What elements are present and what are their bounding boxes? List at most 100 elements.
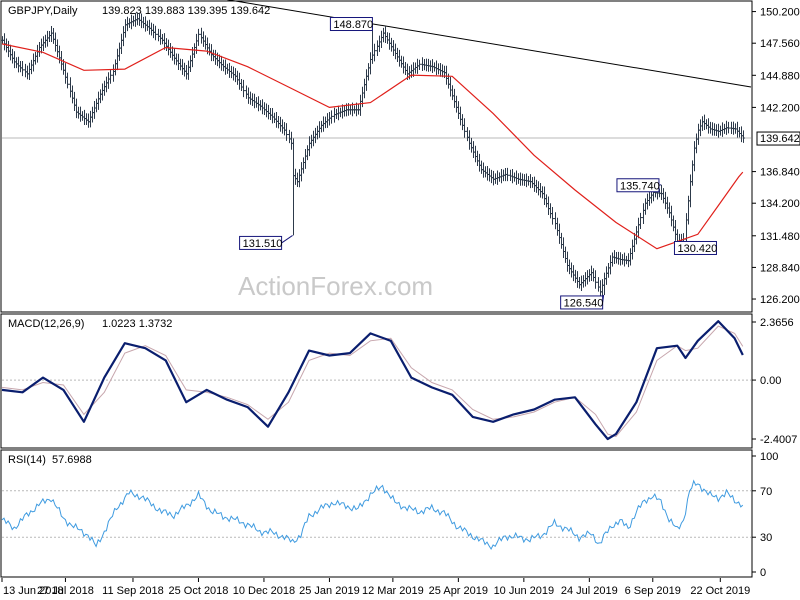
price-bar — [400, 55, 403, 68]
rsi-panel-title: RSI(14) — [8, 454, 46, 466]
price-bar — [584, 272, 587, 287]
price-bar — [560, 232, 563, 249]
price-annotation: 135.740 — [616, 178, 662, 193]
price-bar — [371, 27, 374, 64]
price-bar — [304, 148, 307, 169]
price-bar — [13, 51, 16, 69]
price-bar — [402, 56, 405, 74]
price-bar — [50, 25, 53, 42]
price-bar — [742, 130, 745, 143]
price-bar — [566, 251, 569, 272]
price-bar — [617, 251, 620, 265]
price-bar — [611, 252, 614, 267]
price-bar — [208, 43, 211, 56]
price-bar — [537, 181, 540, 196]
price-bar — [551, 206, 554, 225]
price-bar — [146, 20, 149, 31]
price-bar — [629, 248, 632, 266]
annotation-label: 135.740 — [620, 180, 660, 192]
price-bar — [159, 29, 162, 45]
price-bar — [545, 194, 548, 208]
macd-panel-title: MACD(12,26,9) — [8, 318, 84, 330]
price-bar — [738, 126, 741, 138]
price-bar — [152, 23, 155, 39]
price-bar — [517, 173, 520, 184]
price-bar — [547, 196, 550, 216]
x-axis-label: 12 Mar 2019 — [362, 585, 424, 597]
price-bar — [568, 259, 571, 275]
price-bar — [19, 60, 22, 73]
price-bar — [535, 179, 538, 193]
price-axis-label: 147.560 — [760, 38, 800, 50]
price-bar — [474, 145, 477, 163]
price-bar — [56, 39, 59, 58]
price-panel-ohlc: 139.823 139.883 139.395 139.642 — [102, 5, 270, 17]
x-axis-label: 22 Oct 2019 — [690, 585, 750, 597]
price-bar — [459, 106, 462, 126]
price-bar — [666, 196, 669, 214]
price-bar — [122, 26, 125, 47]
price-bar — [695, 133, 698, 154]
price-bar — [439, 62, 442, 77]
price-bar — [644, 198, 647, 215]
x-axis-label: 25 Oct 2018 — [168, 585, 228, 597]
annotation-label: 130.420 — [677, 243, 717, 255]
price-bar — [42, 36, 45, 51]
price-bar — [554, 212, 557, 230]
x-axis-label: 24 Jul 2019 — [561, 585, 618, 597]
price-bar — [511, 168, 514, 184]
price-panel: GBPJPY,Daily 139.823 139.883 139.395 139… — [0, 0, 800, 313]
price-bar — [427, 58, 430, 72]
price-bar — [333, 107, 336, 123]
price-bar — [279, 116, 282, 132]
price-bar — [564, 246, 567, 263]
price-bar — [290, 131, 293, 150]
price-bar — [15, 57, 18, 69]
price-bar — [306, 145, 309, 161]
price-bar — [627, 253, 630, 268]
price-bar — [699, 119, 702, 137]
x-axis-label: 6 Sep 2019 — [625, 585, 681, 597]
price-bar — [87, 113, 90, 128]
price-bar — [492, 170, 495, 186]
price-bar — [242, 79, 245, 98]
price-bar — [54, 32, 57, 52]
price-bar — [396, 47, 399, 62]
price-bar — [398, 49, 401, 67]
price-bar — [240, 79, 243, 91]
price-bar — [531, 176, 534, 188]
price-bar — [476, 150, 479, 167]
price-bar — [93, 101, 96, 119]
price-bar — [44, 34, 47, 48]
price-bar — [230, 65, 233, 79]
price-bar — [558, 223, 561, 244]
price-bar — [177, 53, 180, 70]
price-bar — [705, 119, 708, 130]
price-bar — [740, 126, 743, 143]
price-bar — [324, 116, 327, 129]
price-bar — [314, 127, 317, 144]
price-bar — [11, 48, 14, 64]
price-bar — [597, 277, 600, 292]
price-bar — [97, 91, 100, 110]
price-bar — [154, 25, 157, 41]
price-bar — [515, 170, 518, 185]
price-bar — [519, 172, 522, 186]
price-bar — [662, 188, 665, 204]
price-bar — [40, 38, 43, 54]
price-bar — [189, 55, 192, 73]
annotation-label: 131.510 — [243, 238, 283, 250]
price-bar — [425, 58, 428, 72]
trendline — [227, 0, 752, 88]
price-bar — [691, 160, 694, 186]
price-bar — [3, 33, 6, 51]
macd-panel-values: 1.0223 1.3732 — [102, 318, 172, 330]
price-bar — [185, 64, 188, 80]
price-bar — [28, 62, 31, 80]
price-bar — [580, 275, 583, 292]
price-bar — [91, 106, 94, 123]
price-bar — [697, 123, 700, 145]
price-bar — [255, 97, 258, 108]
price-bar — [165, 38, 168, 52]
price-bar — [607, 262, 610, 278]
